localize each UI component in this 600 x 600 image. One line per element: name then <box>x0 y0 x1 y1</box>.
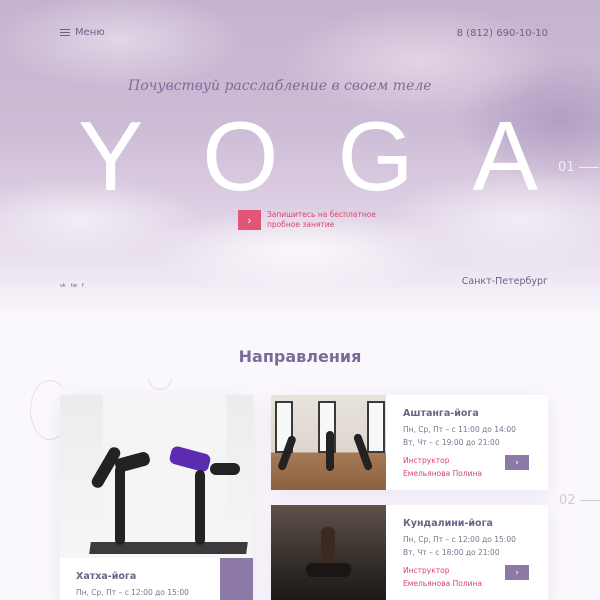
social-links: vk tw f <box>60 283 84 289</box>
title-letter: O <box>202 101 279 211</box>
card-title: Хатха-йога <box>76 571 137 582</box>
card-schedule: Вт, Чт – с 18:00 до 21:00 <box>403 548 500 557</box>
signup-cta[interactable]: › Запишитесь на бесплатное пробное занят… <box>238 210 387 230</box>
title-letter: Y <box>78 101 144 211</box>
menu-button[interactable]: Меню <box>60 27 105 38</box>
cta-text[interactable]: Запишитесь на бесплатное пробное занятие <box>267 210 387 230</box>
card-schedule: Пн, Ср, Пт – с 11:00 до 14:00 <box>403 425 516 434</box>
slide-indicator: 02 <box>559 493 600 508</box>
hamburger-icon <box>60 29 70 36</box>
purple-accent-block <box>220 558 253 600</box>
title-letter: A <box>472 101 538 211</box>
chevron-right-icon[interactable]: › <box>505 455 529 470</box>
hatha-photo <box>60 395 253 558</box>
menu-label: Меню <box>75 27 105 38</box>
slide-number: 02 <box>559 493 576 508</box>
card-schedule: Пн, Ср, Пт – с 12:00 до 15:00 <box>76 588 189 597</box>
facebook-icon[interactable]: f <box>82 283 84 289</box>
phone-link[interactable]: 8 (812) 690-10-10 <box>457 28 548 39</box>
divider <box>579 500 600 501</box>
slide-number: 01 <box>558 160 575 175</box>
kundalini-photo <box>271 505 386 600</box>
card-ashtanga[interactable]: Аштанга-йога Пн, Ср, Пт – с 11:00 до 14:… <box>271 395 548 490</box>
twitter-icon[interactable]: tw <box>71 283 77 289</box>
card-kundalini[interactable]: Кундалини-йога Пн, Ср, Пт – с 12:00 до 1… <box>271 505 548 600</box>
card-schedule: Вт, Чт – с 19:00 до 21:00 <box>403 438 500 447</box>
hero-title: Y O G A <box>78 100 538 213</box>
divider <box>578 167 599 168</box>
chevron-right-icon[interactable]: › <box>505 565 529 580</box>
ashtanga-photo <box>271 395 386 490</box>
hero-tagline: Почувствуй расслабление в своем теле <box>128 78 432 94</box>
hatha-info: Хатха-йога Пн, Ср, Пт – с 12:00 до 15:00 <box>60 558 220 600</box>
city-label: Санкт-Петербург <box>461 276 548 287</box>
section-title: Направления <box>238 347 362 366</box>
card-title: Кундалини-йога <box>403 518 493 529</box>
title-letter: G <box>337 101 414 211</box>
vk-icon[interactable]: vk <box>60 283 66 289</box>
card-schedule: Пн, Ср, Пт – с 12:00 до 15:00 <box>403 535 516 544</box>
ornament <box>148 378 172 390</box>
chevron-right-icon[interactable]: › <box>238 210 261 230</box>
card-title: Аштанга-йога <box>403 408 479 419</box>
slide-indicator: 01 <box>558 160 599 175</box>
